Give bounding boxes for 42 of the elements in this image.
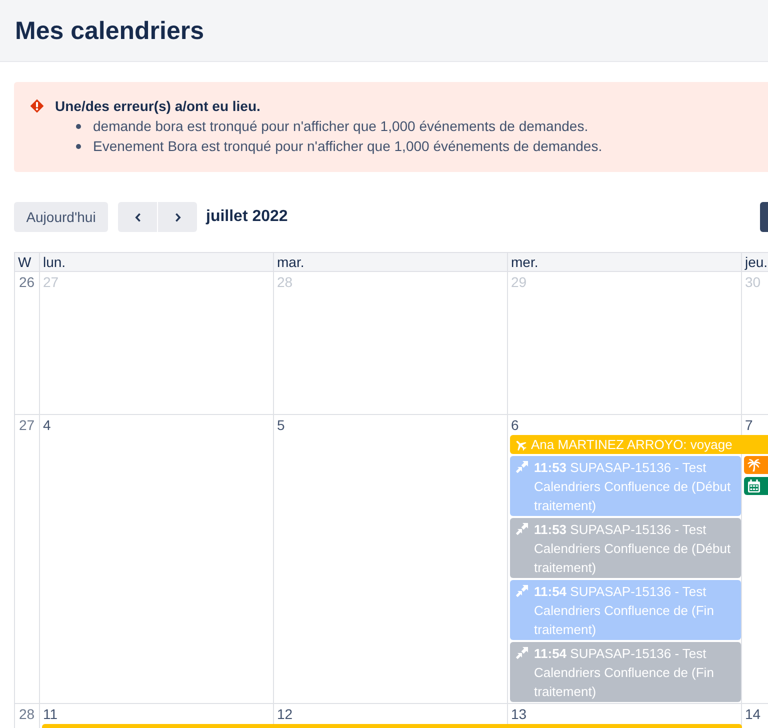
- today-button[interactable]: Aujourd'hui: [14, 202, 108, 232]
- week-number: 26: [18, 273, 36, 292]
- chevron-right-icon: [174, 212, 180, 222]
- day-number: 30: [744, 273, 762, 292]
- bullet-icon: [76, 124, 81, 128]
- day-number: 14: [744, 705, 762, 724]
- calendar-event[interactable]: 11:54 SUPASAP-15136 - Test Calendriers Confluence de (Fin traitement): [510, 642, 741, 702]
- month-title: juillet 2022: [206, 208, 288, 226]
- day-number: 27: [42, 273, 60, 292]
- double-arrow-icon: [515, 584, 529, 598]
- chevron-left-icon: [134, 212, 140, 222]
- day-number: 13: [510, 705, 528, 724]
- error-title: Une/des erreur(s) a/ont eu lieu.: [55, 97, 262, 116]
- calendar-event[interactable]: 11:54 SUPASAP-15136 - Test Calendriers Confluence de (Fin traitement): [510, 580, 741, 640]
- column-header: mer.: [508, 253, 742, 271]
- palm-tree-icon: [747, 458, 761, 472]
- day-number: 11: [42, 705, 59, 724]
- day-number: 28: [276, 273, 294, 292]
- day-number: 29: [510, 273, 528, 292]
- calendar-event[interactable]: 11:53 SUPASAP-15136 - Test Calendriers Confluence de (Début traitement): [510, 518, 741, 578]
- error-text: Evenement Bora est tronqué pour n'afficher que 1,000 événements de demandes.: [93, 137, 602, 156]
- error-icon: [30, 99, 44, 113]
- week-number: 27: [18, 416, 36, 435]
- column-header: mar.: [274, 253, 508, 271]
- day-number: 12: [276, 705, 294, 724]
- day-number: 4: [42, 416, 52, 435]
- bullet-icon: [76, 144, 81, 148]
- double-arrow-icon: [515, 646, 529, 660]
- page-title: Mes calendriers: [15, 16, 204, 46]
- column-header: jeu.: [742, 253, 768, 271]
- day-number: 7: [744, 416, 754, 435]
- error-text: demande bora est tronqué pour n'afficher que 1,000 événements de demandes.: [93, 117, 588, 136]
- calendar-event[interactable]: Ana MARTINEZ ARROYO: voyage: [510, 435, 768, 454]
- column-header: W: [15, 253, 40, 271]
- day-number: 5: [276, 416, 286, 435]
- calendar-event[interactable]: 11:53 SUPASAP-15136 - Test Calendriers Confluence de (Début traitement): [510, 456, 741, 516]
- double-arrow-icon: [515, 522, 529, 536]
- double-arrow-icon: [515, 460, 529, 474]
- calendar-icon: [747, 479, 761, 493]
- day-number: 6: [510, 416, 520, 435]
- week-number: 28: [18, 705, 36, 724]
- column-header: lun.: [40, 253, 274, 271]
